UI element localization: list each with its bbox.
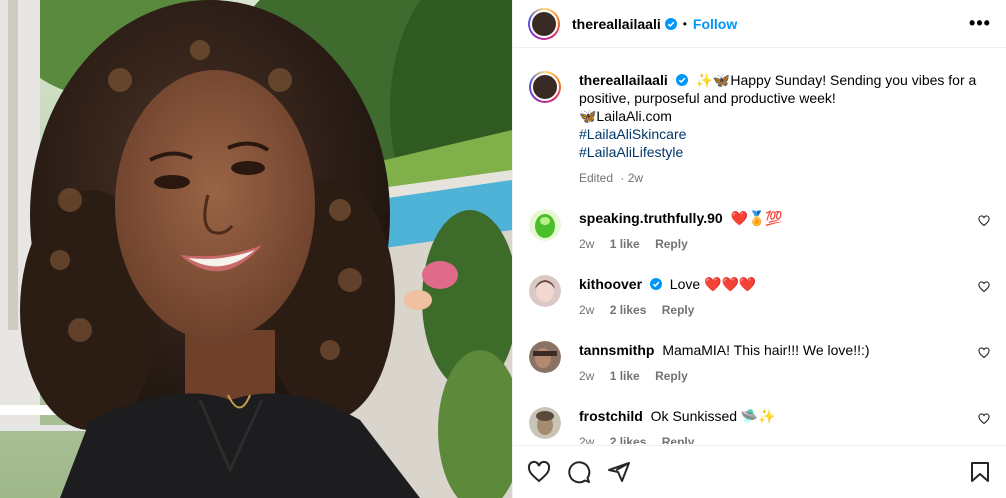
comment-username[interactable]: kithoover	[579, 276, 642, 292]
comment-text: ❤️🏅💯	[730, 210, 783, 226]
hashtag-link[interactable]: #LailaAliLifestyle	[579, 143, 990, 161]
verified-badge-icon	[649, 278, 662, 290]
caption-time[interactable]: 2w	[628, 171, 643, 185]
reply-button[interactable]: Reply	[662, 435, 695, 444]
caption-link[interactable]: 🦋LailaAli.com	[579, 107, 990, 125]
comment-icon[interactable]	[567, 460, 591, 484]
comment-likes[interactable]: 1 like	[610, 237, 640, 251]
comment-likes[interactable]: 1 like	[610, 369, 640, 383]
comment-text: Love ❤️❤️❤️	[669, 276, 757, 292]
comment-item: speaking.truthfully.90 ❤️🏅💯 2w 1 like Re…	[529, 209, 990, 253]
caption-username[interactable]: thereallailaali	[579, 72, 668, 88]
author-avatar[interactable]	[528, 7, 560, 40]
commenter-avatar[interactable]	[529, 407, 561, 439]
comment-item: kithoover Love ❤️❤️❤️ 2w 2 likes Reply	[529, 275, 990, 319]
comment-time[interactable]: 2w	[579, 435, 594, 444]
author-username[interactable]: thereallailaali	[572, 16, 661, 32]
commenter-avatar[interactable]	[529, 341, 561, 373]
comment-text: MamaMIA! This hair!!! We love!!:)	[662, 342, 870, 358]
verified-badge-icon	[664, 17, 677, 30]
more-icon[interactable]: •••	[968, 13, 992, 34]
avatar-image	[530, 9, 558, 38]
follow-button[interactable]: Follow	[693, 16, 737, 32]
comment-heart-icon[interactable]	[978, 413, 990, 425]
avatar-image	[529, 407, 561, 439]
post-side-panel: thereallailaali • Follow ••• thereallail…	[512, 0, 1006, 498]
comment-heart-icon[interactable]	[978, 347, 990, 359]
separator-dot: •	[682, 16, 687, 31]
reply-button[interactable]: Reply	[655, 369, 688, 383]
comment-meta: 2w 2 likes Reply	[579, 301, 990, 319]
time-separator: ·	[617, 171, 628, 185]
commenter-avatar[interactable]	[529, 209, 561, 241]
action-bar	[513, 445, 1006, 498]
comment-time[interactable]: 2w	[579, 237, 594, 251]
commenter-avatar[interactable]	[529, 275, 561, 307]
post-photo[interactable]	[0, 0, 512, 498]
comment-item: frostchild Ok Sunkissed 🛸✨ 2w 2 likes Re…	[529, 407, 990, 444]
comment-username[interactable]: speaking.truthfully.90	[579, 210, 723, 226]
edited-label: Edited	[579, 171, 614, 185]
bookmark-icon[interactable]	[968, 460, 992, 484]
comment-likes[interactable]: 2 likes	[610, 303, 647, 317]
comment-time[interactable]: 2w	[579, 303, 594, 317]
avatar-image	[529, 341, 561, 373]
avatar-image	[531, 73, 559, 101]
post-modal: thereallailaali • Follow ••• thereallail…	[0, 0, 1006, 498]
post-caption: thereallailaali ✨🦋Happy Sunday! Sending …	[529, 49, 990, 187]
selfie-image	[0, 0, 512, 498]
reply-button[interactable]: Reply	[655, 237, 688, 251]
avatar-image	[529, 209, 561, 241]
comment-username[interactable]: tannsmithp	[579, 342, 654, 358]
comment-likes[interactable]: 2 likes	[610, 435, 647, 444]
reply-button[interactable]: Reply	[662, 303, 695, 317]
verified-badge-icon	[675, 74, 688, 86]
comment-heart-icon[interactable]	[978, 215, 990, 227]
post-header: thereallailaali • Follow •••	[513, 0, 1006, 48]
caption-avatar[interactable]	[529, 71, 561, 103]
comment-username[interactable]: frostchild	[579, 408, 643, 424]
caption-meta: Edited · 2w	[579, 169, 990, 187]
comment-text: Ok Sunkissed 🛸✨	[650, 408, 776, 424]
comment-meta: 2w 1 like Reply	[579, 367, 990, 385]
comment-heart-icon[interactable]	[978, 281, 990, 293]
comment-item: tannsmithp MamaMIA! This hair!!! We love…	[529, 341, 990, 385]
comment-time[interactable]: 2w	[579, 369, 594, 383]
avatar-image	[529, 275, 561, 307]
comment-meta: 2w 1 like Reply	[579, 235, 990, 253]
comments-list[interactable]: thereallailaali ✨🦋Happy Sunday! Sending …	[513, 49, 1006, 444]
send-icon[interactable]	[607, 460, 631, 484]
hashtag-link[interactable]: #LailaAliSkincare	[579, 125, 990, 143]
heart-icon[interactable]	[527, 460, 551, 484]
comment-meta: 2w 2 likes Reply	[579, 433, 990, 444]
